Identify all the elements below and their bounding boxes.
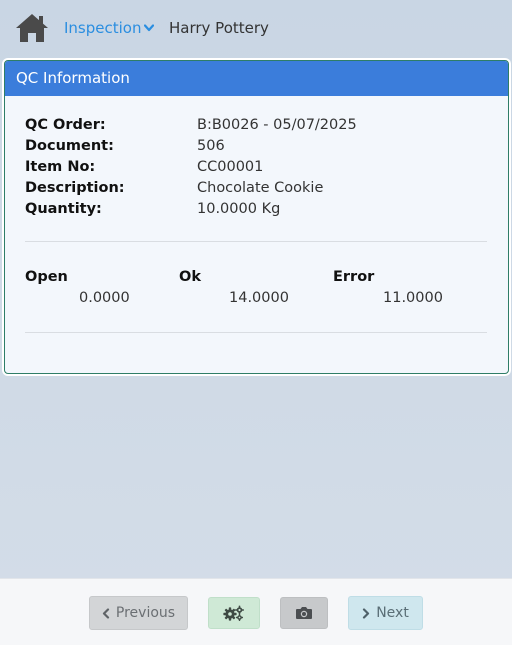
field-value: B:B0026 - 05/07/2025 bbox=[197, 117, 357, 133]
divider bbox=[25, 241, 487, 242]
next-button[interactable]: Next bbox=[348, 596, 423, 630]
divider bbox=[25, 332, 487, 333]
qc-information-card: QC Information QC Order: B:B0026 - 05/07… bbox=[4, 60, 509, 374]
stat-error-value: 11.0000 bbox=[383, 290, 443, 306]
home-icon[interactable] bbox=[14, 12, 50, 44]
chevron-right-icon bbox=[363, 607, 370, 619]
camera-button[interactable] bbox=[280, 597, 328, 629]
stat-error-label: Error bbox=[333, 269, 375, 285]
stat-ok-value: 14.0000 bbox=[229, 290, 289, 306]
stat-ok-label: Ok bbox=[179, 269, 201, 285]
previous-label: Previous bbox=[115, 605, 176, 621]
field-label: Quantity: bbox=[25, 201, 102, 217]
field-value: 506 bbox=[197, 138, 225, 154]
field-value: Chocolate Cookie bbox=[197, 180, 324, 196]
field-label: QC Order: bbox=[25, 117, 106, 133]
field-value: 10.0000 Kg bbox=[197, 201, 281, 217]
chevron-left-icon bbox=[102, 607, 110, 619]
nav-inspection-label: Inspection bbox=[64, 19, 142, 37]
top-bar: Inspection Harry Pottery bbox=[0, 0, 512, 56]
next-label: Next bbox=[376, 605, 409, 621]
camera-icon bbox=[296, 607, 312, 619]
field-label: Item No: bbox=[25, 159, 96, 175]
nav-inspection-dropdown[interactable]: Inspection bbox=[64, 19, 155, 37]
field-label: Document: bbox=[25, 138, 114, 154]
gears-icon bbox=[223, 605, 244, 621]
settings-button[interactable] bbox=[208, 597, 260, 629]
footer-toolbar: Previous Next bbox=[0, 578, 512, 645]
previous-button[interactable]: Previous bbox=[89, 596, 188, 630]
stat-open-value: 0.0000 bbox=[79, 290, 130, 306]
chevron-down-icon bbox=[144, 24, 155, 32]
card-title: QC Information bbox=[5, 61, 508, 96]
field-label: Description: bbox=[25, 180, 125, 196]
field-value: CC00001 bbox=[197, 159, 264, 175]
user-name: Harry Pottery bbox=[169, 19, 269, 37]
stat-open-label: Open bbox=[25, 269, 68, 285]
